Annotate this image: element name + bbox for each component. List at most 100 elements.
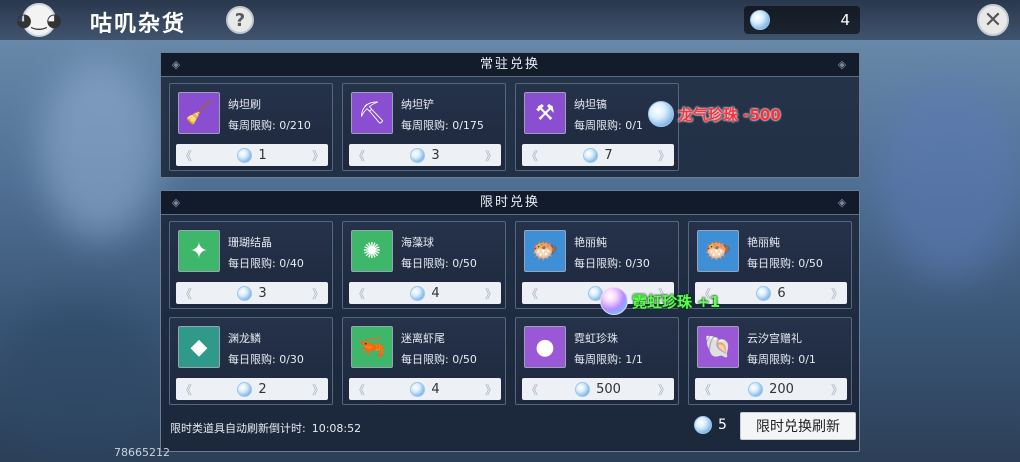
ornament-right-icon: 》 <box>484 383 497 397</box>
background-blur <box>40 60 160 240</box>
countdown-time: 10:08:52 <box>311 422 362 435</box>
item-name: 珊瑚结晶 <box>228 236 272 249</box>
ornament-left-icon: 《 <box>353 149 366 163</box>
pearl-currency-icon <box>756 285 772 301</box>
neon-pearl-icon: ● <box>524 326 566 368</box>
ornament-right-icon: 》 <box>830 287 843 301</box>
price-value: 200 <box>769 381 794 397</box>
buy-button[interactable]: 《 3 》 <box>349 144 501 166</box>
ornament-right-icon: 》 <box>311 287 324 301</box>
ornament-right-icon: 》 <box>311 149 324 163</box>
puffer-fish-icon: 🐡 <box>524 230 566 272</box>
section-header: ◈ 常驻兑换 ◈ <box>161 53 859 77</box>
ornament-left-icon: 《 <box>353 287 366 301</box>
ornament-left-icon: 《 <box>180 149 193 163</box>
price-value: 500 <box>596 381 621 397</box>
buy-button[interactable]: 《 4 》 <box>349 282 501 304</box>
ornament-left-icon: 《 <box>526 287 539 301</box>
section-title: 限时兑换 <box>479 195 540 210</box>
purchase-limit: 每日限购: 0/50 <box>401 257 477 270</box>
ornament-right-icon: 》 <box>830 383 843 397</box>
purchase-limit: 每周限购: 0/175 <box>401 119 484 132</box>
ornament-right-icon: 》 <box>657 383 670 397</box>
pearl-currency-icon <box>410 147 426 163</box>
pearl-currency-icon <box>750 10 770 30</box>
refresh-cost: 5 <box>694 416 727 434</box>
buy-button[interactable]: 《 200 》 <box>695 378 847 400</box>
ornament-left-icon: 《 <box>180 383 193 397</box>
currency-spent-popup: 龙气珍珠 -500 <box>648 100 781 128</box>
ornament-left-icon: 《 <box>699 383 712 397</box>
background-blur <box>0 300 160 460</box>
shop-item-card[interactable]: 🐚 云汐宫赠礼每周限购: 0/1 《 200 》 <box>688 317 852 405</box>
seaweed-ball-icon: ✺ <box>351 230 393 272</box>
pearl-currency-icon <box>575 381 591 397</box>
shop-item-card[interactable]: ⛏ 纳坦铲 每周限购: 0/175 《 3 》 <box>342 83 506 171</box>
price-value: 4 <box>431 381 440 397</box>
price-value: 1 <box>258 147 267 163</box>
help-button[interactable]: ? <box>226 6 254 34</box>
ornament-right-icon: 》 <box>657 149 670 163</box>
ornament-left-icon: 《 <box>353 383 366 397</box>
purchase-limit: 每日限购: 0/50 <box>747 257 823 270</box>
purchase-limit: 每日限购: 0/30 <box>228 353 304 366</box>
price-value: 7 <box>604 147 613 163</box>
item-name: 海藻球 <box>401 236 434 249</box>
buy-button[interactable]: 《 2 》 <box>176 378 328 400</box>
shop-title: 咕叽杂货 <box>90 12 187 37</box>
ornament-right-icon: 》 <box>311 383 324 397</box>
purchase-limit: 每周限购: 0/1 <box>574 119 643 132</box>
top-bar: ◕‿◕ 咕叽杂货 ? 4 ✕ <box>0 0 1020 40</box>
puffer-fish-icon: 🐡 <box>697 230 739 272</box>
pearl-currency-icon <box>583 147 599 163</box>
close-button[interactable]: ✕ <box>977 4 1009 36</box>
purchase-limit: 每日限购: 0/40 <box>228 257 304 270</box>
item-name: 艳丽鲀 <box>574 236 607 249</box>
buy-button[interactable]: 《 4 》 <box>349 378 501 400</box>
neon-pearl-icon <box>600 287 628 315</box>
purchase-limit: 每周限购: 0/210 <box>228 119 311 132</box>
item-name: 渊龙鳞 <box>228 332 261 345</box>
shop-item-card[interactable]: 🧹 纳坦刷 每周限购: 0/210 《 1 》 <box>169 83 333 171</box>
corner-ornament-icon: ◈ <box>171 196 183 209</box>
price-value: 3 <box>431 147 440 163</box>
ornament-left-icon: 《 <box>526 149 539 163</box>
buy-button[interactable]: 《 1 》 <box>176 144 328 166</box>
conch-gift-icon: 🐚 <box>697 326 739 368</box>
shop-item-card[interactable]: ● 霓虹珍珠 每周限购: 1/1 《 500 》 <box>515 317 679 405</box>
shop-item-card[interactable]: ✺ 海藻球每日限购: 0/50 《 4 》 <box>342 221 506 309</box>
pearl-currency-icon <box>237 147 253 163</box>
shop-item-card[interactable]: 🦐 迷离虾尾 每日限购: 0/50 《 4 》 <box>342 317 506 405</box>
shovel-icon: ⛏ <box>351 92 393 134</box>
pickaxe-icon: ⚒ <box>524 92 566 134</box>
shop-item-card[interactable]: ◆ 渊龙鳞每日限购: 0/30 《 2 》 <box>169 317 333 405</box>
purchase-limit: 每周限购: 0/1 <box>747 353 816 366</box>
ornament-right-icon: 》 <box>484 287 497 301</box>
currency-display: 4 <box>744 6 860 34</box>
item-name: 迷离虾尾 <box>401 332 445 345</box>
buy-button[interactable]: 《 3 》 <box>176 282 328 304</box>
item-name: 纳坦铲 <box>401 98 434 111</box>
pearl-currency-icon <box>237 381 253 397</box>
item-name: 纳坦镐 <box>574 98 607 111</box>
pearl-icon <box>648 101 674 127</box>
section-header: ◈ 限时兑换 ◈ <box>161 191 859 215</box>
purchase-limit: 每周限购: 1/1 <box>574 353 643 366</box>
shrimp-tail-icon: 🦐 <box>351 326 393 368</box>
corner-ornament-icon: ◈ <box>837 58 849 71</box>
limited-refresh-button[interactable]: 限时兑换刷新 <box>740 412 856 440</box>
price-value: 4 <box>431 285 440 301</box>
item-name: 云汐宫赠礼 <box>747 332 802 345</box>
pearl-currency-icon <box>410 285 426 301</box>
countdown-label: 限时类道具自动刷新倒计时: <box>170 422 306 435</box>
buy-button[interactable]: 《 500 》 <box>522 378 674 400</box>
purchase-limit: 每日限购: 0/30 <box>574 257 650 270</box>
pearl-currency-icon <box>748 381 764 397</box>
popup-text: 龙气珍珠 -500 <box>678 105 781 124</box>
broom-icon: 🧹 <box>178 92 220 134</box>
buy-button[interactable]: 《 7 》 <box>522 144 674 166</box>
ornament-left-icon: 《 <box>526 383 539 397</box>
shop-item-card[interactable]: ✦ 珊瑚结晶 每日限购: 0/40 《 3 》 <box>169 221 333 309</box>
dragon-scale-icon: ◆ <box>178 326 220 368</box>
shopkeeper-avatar-icon: ◕‿◕ <box>16 3 62 37</box>
